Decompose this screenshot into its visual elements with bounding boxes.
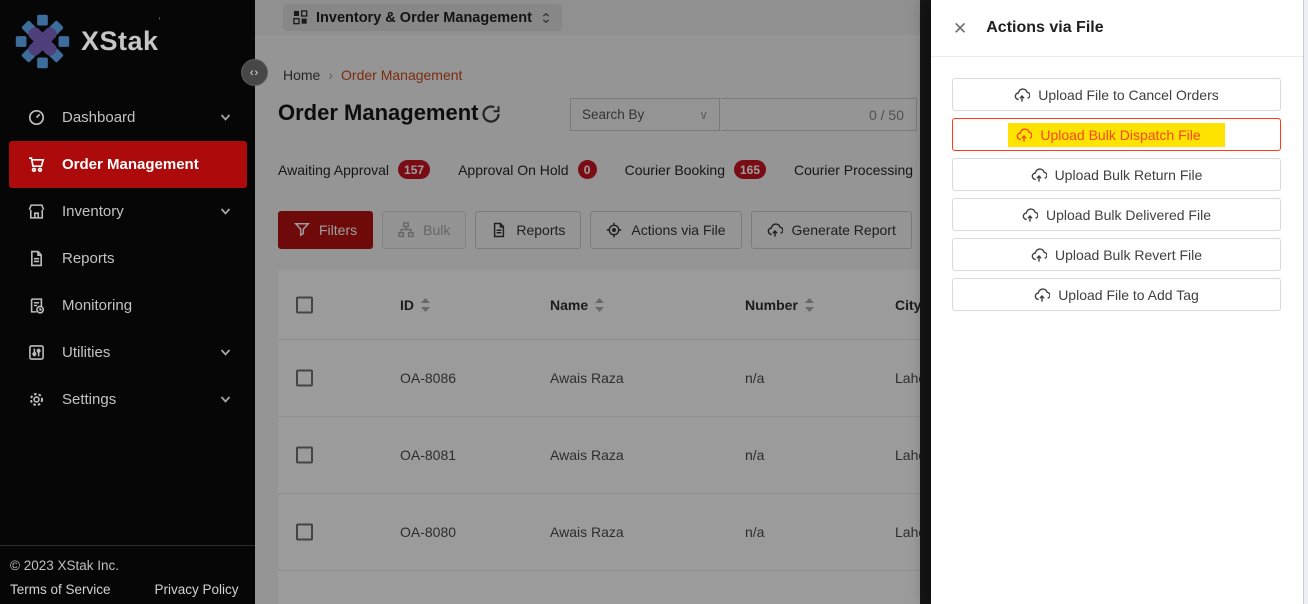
xstak-logo-icon [14,13,71,70]
drawer-shadow-strip [920,0,931,604]
button-label: Upload File to Add Tag [1058,287,1199,303]
sidebar-item-settings[interactable]: Settings [0,376,255,423]
upload-bulk-return-button[interactable]: Upload Bulk Return File [952,158,1281,191]
chevron-down-icon [220,206,231,217]
gear-icon [28,391,45,408]
yellow-highlight: Upload Bulk Dispatch File [1008,123,1224,147]
drawer-header: ✕ Actions via File [931,0,1308,57]
copyright-text: © 2023 XStak Inc. [10,558,245,573]
upload-add-tag-button[interactable]: Upload File to Add Tag [952,278,1281,311]
sidebar-item-reports[interactable]: Reports [0,235,255,282]
drawer-title: Actions via File [986,19,1103,37]
sidebar-collapse-toggle[interactable]: ‹› [241,59,268,86]
monitoring-icon [28,297,45,314]
cloud-upload-icon [1031,247,1047,263]
drawer-overlay-mask[interactable] [255,0,931,604]
sidebar-item-label: Inventory [62,203,124,220]
button-label: Upload Bulk Delivered File [1046,207,1211,223]
shop-icon [28,203,45,220]
button-label: Upload File to Cancel Orders [1038,87,1219,103]
close-icon[interactable]: ✕ [953,20,967,37]
terms-link[interactable]: Terms of Service [10,582,111,597]
logo-text: XStak [81,26,159,56]
sidebar: XStak’ Dashboard Order Management Invent… [0,0,255,604]
sidebar-item-order-management[interactable]: Order Management [9,141,247,188]
chevron-down-icon [220,347,231,358]
button-label: Upload Bulk Return File [1055,167,1203,183]
button-label: Upload Bulk Revert File [1055,247,1202,263]
drawer-body: Upload File to Cancel Orders Upload Bulk… [931,57,1308,311]
upload-bulk-dispatch-button[interactable]: Upload Bulk Dispatch File [952,118,1281,151]
sidebar-item-utilities[interactable]: Utilities [0,329,255,376]
cloud-upload-icon [1014,87,1030,103]
privacy-link[interactable]: Privacy Policy [155,582,239,597]
chevron-down-icon [220,112,231,123]
sidebar-nav: Dashboard Order Management Inventory Rep… [0,94,255,423]
report-file-icon [28,250,45,267]
sidebar-item-dashboard[interactable]: Dashboard [0,94,255,141]
sidebar-item-label: Dashboard [62,109,135,126]
cloud-upload-icon [1022,207,1038,223]
cloud-upload-icon [1034,287,1050,303]
sidebar-item-label: Settings [62,391,116,408]
sliders-icon [28,344,45,361]
upload-bulk-revert-button[interactable]: Upload Bulk Revert File [952,238,1281,271]
sidebar-item-monitoring[interactable]: Monitoring [0,282,255,329]
sidebar-item-label: Monitoring [62,297,132,314]
cloud-upload-icon [1016,127,1032,143]
sidebar-footer: © 2023 XStak Inc. Terms of Service Priva… [0,545,255,597]
scrollbar-track[interactable] [1303,0,1308,604]
collapse-icon: ‹› [250,67,259,79]
dashboard-icon [28,109,45,126]
upload-bulk-delivered-button[interactable]: Upload Bulk Delivered File [952,198,1281,231]
cart-icon [28,156,45,173]
chevron-down-icon [220,394,231,405]
actions-via-file-drawer: ✕ Actions via File Upload File to Cancel… [931,0,1308,604]
sidebar-item-label: Order Management [62,156,199,173]
cloud-upload-icon [1031,167,1047,183]
upload-cancel-orders-button[interactable]: Upload File to Cancel Orders [952,78,1281,111]
sidebar-item-label: Reports [62,250,115,267]
sidebar-item-label: Utilities [62,344,110,361]
sidebar-item-inventory[interactable]: Inventory [0,188,255,235]
logo-trademark: ’ [159,16,161,26]
button-label: Upload Bulk Dispatch File [1040,127,1200,143]
xstak-logo: XStak’ [14,13,161,70]
